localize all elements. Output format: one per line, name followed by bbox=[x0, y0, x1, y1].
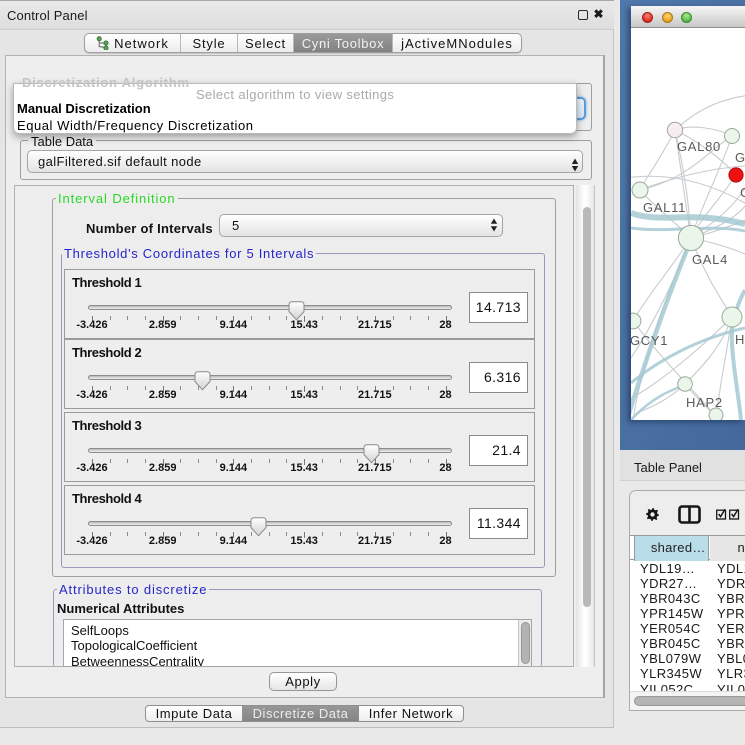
svg-text:HA: HA bbox=[735, 332, 745, 347]
svg-text:GCY1: GCY1 bbox=[631, 333, 668, 348]
svg-text:HAP2: HAP2 bbox=[686, 395, 723, 410]
svg-text:GAL11: GAL11 bbox=[643, 200, 686, 215]
svg-text:GAL4: GAL4 bbox=[692, 252, 728, 267]
svg-text:GA: GA bbox=[735, 150, 745, 165]
svg-text:GAL80: GAL80 bbox=[677, 139, 721, 154]
svg-text:C: C bbox=[740, 185, 745, 200]
